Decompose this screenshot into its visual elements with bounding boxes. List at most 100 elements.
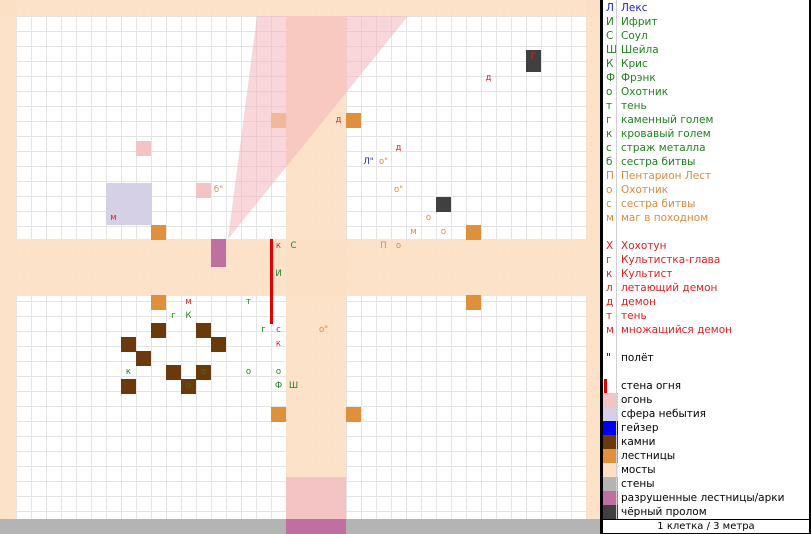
black-breach <box>436 197 451 212</box>
map-marker[interactable]: о <box>196 365 211 380</box>
legend-row-terrain: разрушенные лестницы/арки <box>603 491 809 505</box>
legend-row-units: о Охотник <box>603 183 809 197</box>
map-marker[interactable]: И <box>271 267 286 282</box>
legend-row-units: П Пентарион Лест <box>603 169 809 183</box>
legend-symbol: Ф <box>606 72 616 84</box>
map-marker[interactable]: д <box>331 113 346 128</box>
legend-label: разрушенные лестницы/арки <box>621 492 785 504</box>
legend-symbol: Ш <box>606 44 618 56</box>
map-marker[interactable]: о" <box>391 183 406 198</box>
map-marker[interactable]: м <box>181 295 196 310</box>
legend-label: сестра битвы <box>621 156 696 168</box>
map-marker[interactable]: о" <box>376 155 391 170</box>
map-marker[interactable]: о <box>436 225 451 240</box>
map-marker[interactable]: Г <box>526 50 541 65</box>
legend-symbol: " <box>606 352 611 364</box>
legend-symbol: т <box>606 310 613 322</box>
stairs-tile <box>466 295 481 310</box>
legend-label: Охотник <box>621 184 669 196</box>
legend-label: кровавый голем <box>621 128 711 140</box>
stairs-tile <box>151 225 166 240</box>
map-marker[interactable]: Ш <box>286 379 301 394</box>
legend-label: полёт <box>621 352 654 364</box>
map-marker[interactable]: о <box>271 365 286 380</box>
map-marker[interactable]: о <box>421 211 436 226</box>
map-marker[interactable]: П <box>376 239 391 254</box>
legend-label: Хохотун <box>621 240 667 252</box>
map-marker[interactable]: к <box>271 239 286 254</box>
legend-row-terrain: стены <box>603 477 809 491</box>
map-marker[interactable]: г <box>256 323 271 338</box>
legend-row-terrain: гейзер <box>603 421 809 435</box>
legend-label: стена огня <box>621 380 682 392</box>
legend-row-units: т тень <box>603 99 809 113</box>
legend-row-enemies: л летающий демон <box>603 281 809 295</box>
map-marker[interactable]: м <box>406 225 421 240</box>
fire-area <box>286 477 346 519</box>
legend-label: чёрный пролом <box>621 506 707 518</box>
map-marker[interactable]: т <box>241 295 256 310</box>
rock-tile <box>121 337 136 352</box>
legend-symbol: к <box>606 268 613 280</box>
legend-symbol: И <box>606 16 614 28</box>
map-marker[interactable]: б" <box>211 183 226 198</box>
legend-row-terrain: лестницы <box>603 449 809 463</box>
map-marker[interactable]: г <box>166 309 181 324</box>
stairs-tile <box>466 225 481 240</box>
legend-label: маг в походном <box>621 212 709 224</box>
legend-symbol: с <box>606 198 612 210</box>
legend-row-units: к кровавый голем <box>603 127 809 141</box>
legend-row-enemies: Х Хохотун <box>603 239 809 253</box>
rock-tile <box>121 379 136 394</box>
legend-label: сестра битвы <box>621 198 696 210</box>
map-marker[interactable]: о <box>181 379 196 394</box>
map-marker[interactable]: к <box>121 365 136 380</box>
map-marker[interactable]: С <box>286 239 301 254</box>
legend-label: лестницы <box>621 450 676 462</box>
legend-label: Пентарион Лест <box>621 170 712 182</box>
legend-label: множащийся демон <box>621 324 732 336</box>
legend-label: Фрэнк <box>621 72 656 84</box>
legend-symbol: о <box>606 184 613 196</box>
map-marker[interactable]: с <box>271 323 286 338</box>
legend-label: камни <box>621 436 656 448</box>
legend-row-terrain: огонь <box>603 393 809 407</box>
legend-row-enemies: к Культист <box>603 267 809 281</box>
map-marker[interactable]: д <box>481 71 496 86</box>
legend-row-units: К Крис <box>603 57 809 71</box>
wall-bottom-right <box>346 519 600 534</box>
stairs-tile <box>271 407 286 422</box>
map-marker[interactable]: Л" <box>361 155 376 170</box>
legend-symbol: д <box>606 296 614 308</box>
legend-label: сфера небытия <box>621 408 706 420</box>
legend-row-terrain: сфера небытия <box>603 407 809 421</box>
legend-row-units: С Соул <box>603 29 809 43</box>
destroyed-arch <box>286 519 346 534</box>
legend-row-enemies: г Культистка-глава <box>603 253 809 267</box>
map-marker[interactable]: К <box>181 309 196 324</box>
rock-tile <box>166 365 181 380</box>
map-marker[interactable]: Ф <box>271 379 286 394</box>
legend-label: страж металла <box>621 142 706 154</box>
map-marker[interactable]: д <box>391 141 406 156</box>
legend-symbol: к <box>606 128 613 140</box>
map-marker[interactable]: о" <box>316 323 331 338</box>
legend-label: Соул <box>621 30 648 42</box>
legend-symbol: с <box>606 142 612 154</box>
battle-map[interactable]: Гд д д Л" о" о" б" м о м о к С По Им т г Кг с о" к к о о о о Ф Ш <box>0 0 600 534</box>
legend-label: каменный голем <box>621 114 714 126</box>
legend-row-terrain: камни <box>603 435 809 449</box>
stairs-tile <box>346 113 361 128</box>
map-marker[interactable]: м <box>106 211 121 226</box>
map-marker[interactable]: о <box>391 239 406 254</box>
legend-label: Культистка-глава <box>621 254 721 266</box>
legend-row-units: с сестра битвы <box>603 197 809 211</box>
legend-label: демон <box>621 296 656 308</box>
legend-label: Шейла <box>621 44 659 56</box>
legend-label: Лекс <box>621 2 648 14</box>
map-marker[interactable]: к <box>271 337 286 352</box>
destroyed-stairs <box>211 239 226 267</box>
map-marker[interactable]: о <box>241 365 256 380</box>
legend-label: тень <box>621 310 647 322</box>
legend-symbol: Л <box>606 2 614 14</box>
